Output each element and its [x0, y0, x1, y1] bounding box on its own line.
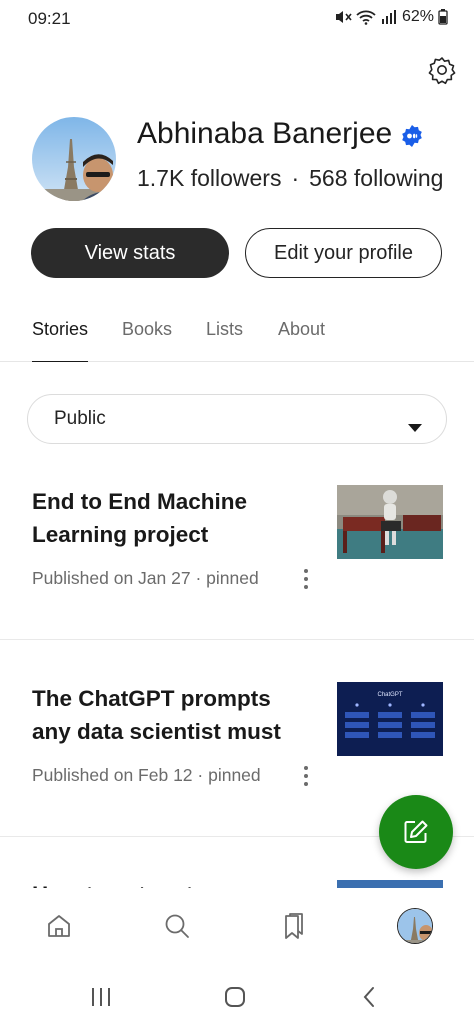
profile-stats: 1.7K followers · 568 following [137, 165, 443, 192]
gear-icon [428, 57, 456, 85]
edit-profile-button[interactable]: Edit your profile [245, 228, 442, 278]
view-stats-label: View stats [84, 241, 176, 264]
stats-separator: · [291, 165, 300, 191]
wifi-icon [356, 9, 376, 25]
more-dot-icon [304, 569, 308, 573]
story-thumbnail: ChatGPT [337, 682, 443, 756]
profile-avatar[interactable] [32, 117, 116, 201]
visibility-dropdown[interactable]: Public [27, 394, 447, 444]
story-title[interactable]: The ChatGPT prompts any data scientist m… [32, 682, 312, 748]
story-meta: Published on Feb 12 · pinned [32, 765, 261, 785]
story-meta: Published on Jan 27 · pinned [32, 568, 259, 588]
nav-search[interactable] [159, 908, 195, 944]
more-dot-icon [304, 585, 308, 589]
nav-profile[interactable] [397, 908, 433, 944]
settings-button[interactable] [424, 52, 460, 88]
signal-icon [380, 9, 398, 25]
story-thumbnail [337, 880, 443, 888]
back-icon [363, 987, 374, 1007]
recent-apps-icon [92, 988, 110, 1006]
more-dot-icon [304, 774, 308, 778]
battery-percent: 62% [401, 8, 434, 25]
thumb-caption: ChatGPT [377, 692, 402, 698]
tab-about[interactable]: About [278, 319, 325, 362]
more-dot-icon [304, 782, 308, 786]
status-bar: 09:21 62% [0, 0, 474, 36]
home-system-button[interactable] [220, 984, 250, 1010]
caret-down-icon [408, 416, 422, 438]
more-dot-icon [304, 577, 308, 581]
story-divider [0, 639, 474, 640]
more-dot-icon [304, 766, 308, 770]
following-count[interactable]: 568 following [309, 165, 443, 191]
status-icons: 62% [334, 8, 448, 26]
status-time: 09:21 [28, 9, 71, 28]
profile-avatar-small [397, 908, 433, 944]
profile-name: Abhinaba Banerjee [137, 117, 424, 151]
system-navigation [0, 968, 474, 1027]
edit-profile-label: Edit your profile [274, 241, 413, 264]
story-more-button[interactable] [296, 764, 316, 788]
bookmarks-icon [285, 913, 303, 939]
story-title[interactable]: End to End Machine Learning project [32, 485, 312, 551]
story-title[interactable]: How to set up t... [32, 878, 312, 888]
visibility-dropdown-value: Public [54, 408, 106, 429]
home-icon [48, 915, 70, 937]
nav-library[interactable] [276, 908, 312, 944]
profile-tabs: Stories Books Lists About [0, 304, 474, 362]
search-icon [165, 914, 189, 938]
nav-home[interactable] [41, 908, 77, 944]
tab-books[interactable]: Books [122, 319, 172, 362]
bottom-navigation [0, 888, 474, 968]
home-system-icon [225, 987, 245, 1007]
back-button[interactable] [354, 984, 384, 1010]
edit-icon [404, 820, 428, 843]
tab-lists[interactable]: Lists [206, 319, 243, 362]
profile-name-text: Abhinaba Banerjee [137, 117, 393, 150]
story-thumbnail [337, 485, 443, 559]
story-more-button[interactable] [296, 567, 316, 591]
battery-icon [438, 9, 448, 25]
view-stats-button[interactable]: View stats [31, 228, 229, 278]
verified-badge-icon [400, 122, 424, 147]
followers-count[interactable]: 1.7K followers [137, 165, 281, 191]
mute-icon [334, 9, 352, 25]
recent-apps-button[interactable] [86, 984, 116, 1010]
tab-stories[interactable]: Stories [32, 319, 89, 362]
write-story-button[interactable] [379, 795, 453, 869]
